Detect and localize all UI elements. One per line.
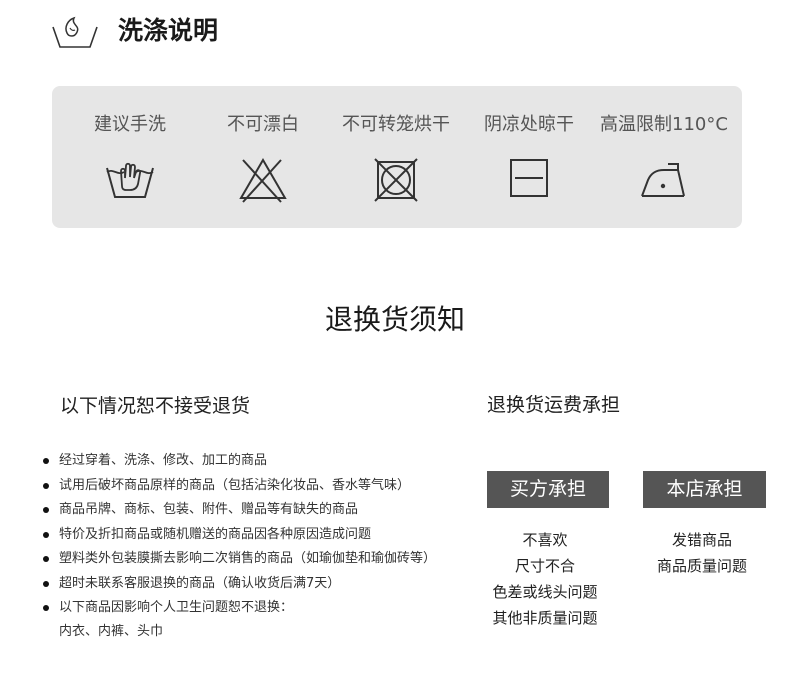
list-item: 超时未联系客服退换的商品（确认收货后满7天） xyxy=(42,572,472,597)
iron-low-heat-icon xyxy=(638,156,690,204)
list-item: 发错商品 xyxy=(671,531,732,549)
dry-in-shade-icon xyxy=(508,156,550,204)
no-bleach-icon xyxy=(237,156,289,208)
list-item: 试用后破坏商品原样的商品（包括沾染化妆品、香水等气味） xyxy=(42,474,472,499)
hygiene-items-text: 内衣、内裤、头巾 xyxy=(59,624,164,639)
wash-section-title: 洗涤说明 xyxy=(118,16,219,45)
care-item-iron-limit: 高温限制110°C xyxy=(594,86,734,228)
rule-text: 塑料类外包装膜撕去影响二次销售的商品（如瑜伽垫和瑜伽砖等） xyxy=(59,551,437,566)
list-item: 其他非质量问题 xyxy=(492,609,598,627)
list-item: 塑料类外包装膜撕去影响二次销售的商品（如瑜伽垫和瑜伽砖等） xyxy=(42,547,472,572)
bullet-icon xyxy=(43,482,49,489)
care-instructions-panel: 建议手洗 不可漂白 不可转笼烘干 阴凉处晾干 高温限制110°C xyxy=(52,86,742,228)
care-item-hand-wash: 建议手洗 xyxy=(60,86,200,228)
list-item: 以下商品因影响个人卫生问题恕不退换： xyxy=(42,596,472,621)
rule-text: 超时未联系客服退换的商品（确认收货后满7天） xyxy=(59,575,341,591)
buyer-pays-badge: 买方承担 xyxy=(487,471,609,508)
bullet-icon xyxy=(43,507,49,513)
store-pays-badge: 本店承担 xyxy=(643,471,766,508)
wash-basin-icon xyxy=(50,14,100,48)
care-item-no-bleach: 不可漂白 xyxy=(207,86,319,228)
care-item-no-tumble-dry: 不可转笼烘干 xyxy=(332,86,460,228)
list-item: 尺寸不合 xyxy=(514,557,575,575)
bullet-icon xyxy=(43,605,49,611)
list-item: 特价及折扣商品或随机赠送的商品因各种原因造成问题 xyxy=(42,523,472,548)
rule-text: 以下商品因影响个人卫生问题恕不退换： xyxy=(59,600,294,615)
bullet-icon xyxy=(43,580,49,587)
rule-text: 特价及折扣商品或随机赠送的商品因各种原因造成问题 xyxy=(59,526,372,542)
list-item: 商品吊牌、商标、包装、附件、赠品等有缺失的商品 xyxy=(42,498,472,523)
rule-text: 经过穿着、洗涤、修改、加工的商品 xyxy=(59,453,268,468)
list-item: 不喜欢 xyxy=(522,531,568,549)
hand-wash-icon xyxy=(104,156,156,204)
care-label: 不可转笼烘干 xyxy=(342,114,450,135)
list-item: 经过穿着、洗涤、修改、加工的商品 xyxy=(42,449,472,474)
returns-section-title: 退换货须知 xyxy=(324,303,465,336)
bullet-icon xyxy=(43,458,49,464)
list-item: 商品质量问题 xyxy=(656,557,747,575)
non-returnable-heading: 以下情况恕不接受退货 xyxy=(60,395,251,417)
list-item: 色差或线头问题 xyxy=(492,583,598,601)
care-label: 高温限制110°C xyxy=(600,114,728,135)
buyer-reasons-list: 不喜欢 尺寸不合 色差或线头问题 其他非质量问题 xyxy=(487,527,603,631)
non-returnable-list: 经过穿着、洗涤、修改、加工的商品 试用后破坏商品原样的商品（包括沾染化妆品、香水… xyxy=(42,449,472,621)
care-label: 不可漂白 xyxy=(227,114,299,135)
rule-text: 商品吊牌、商标、包装、附件、赠品等有缺失的商品 xyxy=(59,502,359,517)
store-reasons-list: 发错商品 商品质量问题 xyxy=(643,527,761,579)
care-label: 阴凉处晾干 xyxy=(484,114,574,135)
care-item-dry-in-shade: 阴凉处晾干 xyxy=(472,86,586,228)
shipping-cost-heading: 退换货运费承担 xyxy=(487,394,621,416)
bullet-icon xyxy=(43,531,49,538)
rule-text: 试用后破坏商品原样的商品（包括沾染化妆品、香水等气味） xyxy=(59,477,411,493)
bullet-icon xyxy=(43,556,49,562)
care-label: 建议手洗 xyxy=(94,114,166,135)
no-tumble-dry-icon xyxy=(372,156,420,208)
